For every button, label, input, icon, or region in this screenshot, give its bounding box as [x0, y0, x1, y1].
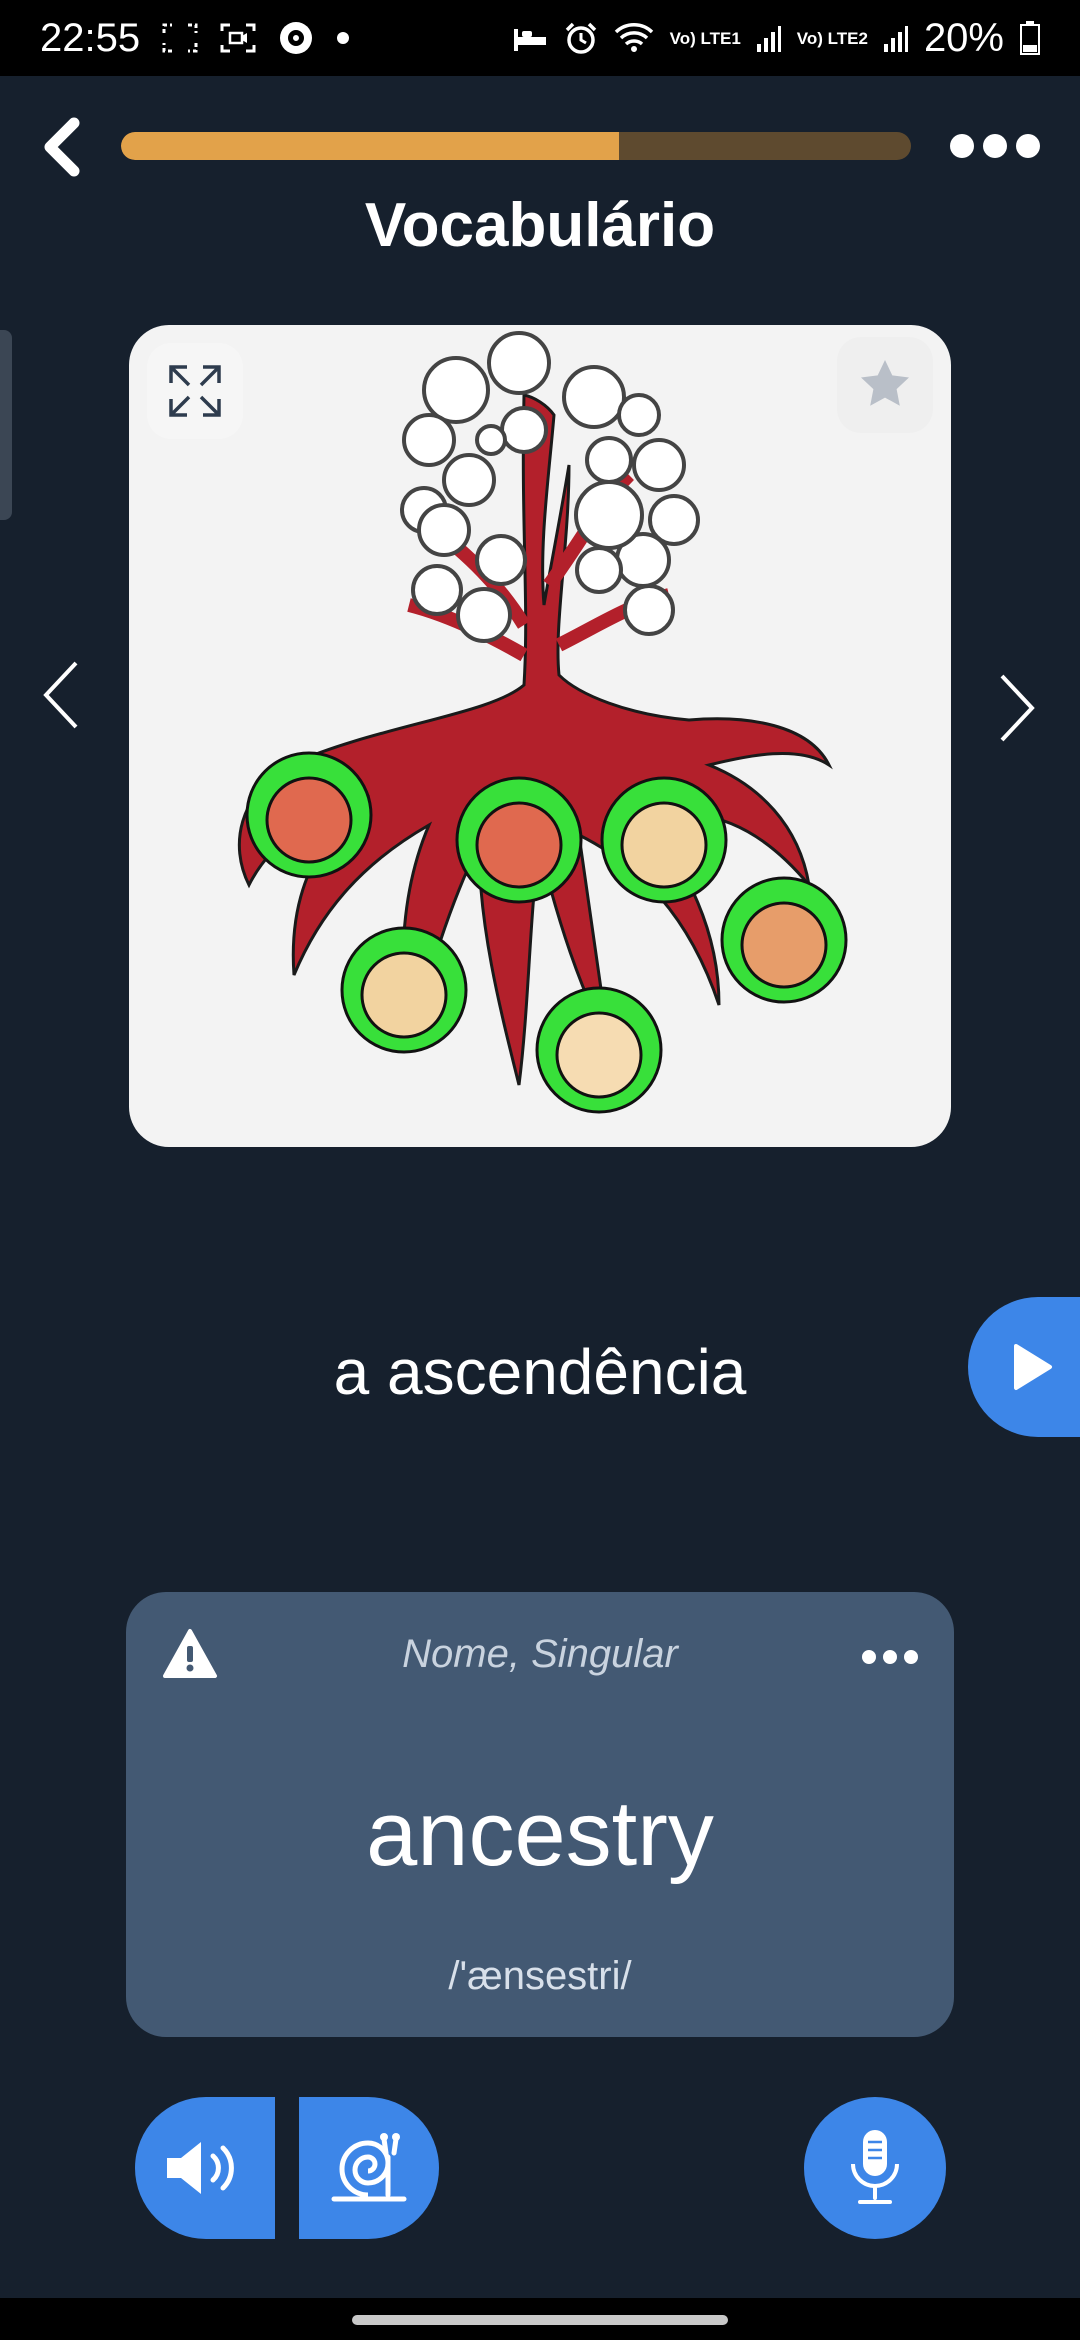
next-card-button[interactable] — [990, 668, 1040, 748]
phonetic-transcription: /'ænsestri/ — [448, 1954, 632, 1998]
status-bar: 22:55 Vo) LTE1 Vo) LTE2 20% — [0, 0, 1080, 76]
back-button[interactable] — [32, 112, 92, 182]
microphone-button[interactable] — [804, 2097, 946, 2239]
dot — [1016, 134, 1040, 158]
status-time: 22:55 — [40, 15, 141, 60]
dot — [950, 134, 974, 158]
dot-icon — [336, 31, 350, 45]
progress-fill — [121, 132, 619, 160]
card-more-options-button[interactable] — [862, 1648, 918, 1666]
dot — [904, 1650, 918, 1664]
speaker-icon — [167, 2142, 234, 2194]
play-button[interactable] — [968, 1297, 1080, 1437]
play-audio-button[interactable] — [135, 2097, 275, 2239]
wifi-icon — [614, 22, 654, 54]
family-tree-illustration — [237, 331, 848, 1114]
chevron-left-icon — [43, 661, 78, 729]
vocabulary-screen: 22:55 Vo) LTE1 Vo) LTE2 20% Vocabulário … — [0, 0, 1080, 2340]
slow-audio-button[interactable] — [299, 2097, 439, 2239]
sleep-icon — [512, 23, 548, 53]
signal-icon — [756, 24, 781, 52]
portuguese-word: a ascendência — [333, 1336, 747, 1408]
alarm-icon — [564, 21, 598, 55]
dot — [883, 1650, 897, 1664]
translation-card: Nome, Singular ancestry /'ænsestri/ — [126, 1592, 954, 2037]
screenshot-icon — [162, 23, 198, 53]
battery-icon — [1020, 21, 1040, 55]
page-title: Vocabulário — [364, 191, 716, 260]
favorite-button[interactable] — [837, 337, 933, 433]
chevron-left-icon — [44, 117, 80, 177]
previous-card-button[interactable] — [38, 655, 88, 735]
english-translation: ancestry — [366, 1783, 714, 1885]
grammar-info: Nome, Singular — [402, 1632, 678, 1676]
sim1-label: Vo) LTE1 — [669, 28, 741, 48]
snail-icon — [331, 2133, 407, 2202]
dot — [862, 1650, 876, 1664]
star-icon — [861, 360, 909, 406]
signal-icon — [883, 24, 908, 52]
play-icon — [1014, 1344, 1052, 1390]
sim2-label: Vo) LTE2 — [796, 28, 868, 48]
microphone-icon — [851, 2130, 899, 2204]
chevron-right-icon — [1000, 674, 1035, 742]
app-notification-icon — [278, 20, 314, 56]
edge-panel-handle[interactable] — [0, 330, 12, 520]
vocabulary-image-card — [129, 325, 951, 1147]
expand-image-button[interactable] — [147, 343, 243, 439]
lesson-progress-bar — [121, 132, 911, 160]
more-options-button[interactable] — [950, 128, 1040, 164]
home-indicator[interactable] — [352, 2315, 728, 2325]
expand-icon — [169, 365, 221, 417]
dot — [983, 134, 1007, 158]
screen-record-icon — [220, 23, 256, 53]
battery-percentage: 20% — [923, 15, 1004, 60]
